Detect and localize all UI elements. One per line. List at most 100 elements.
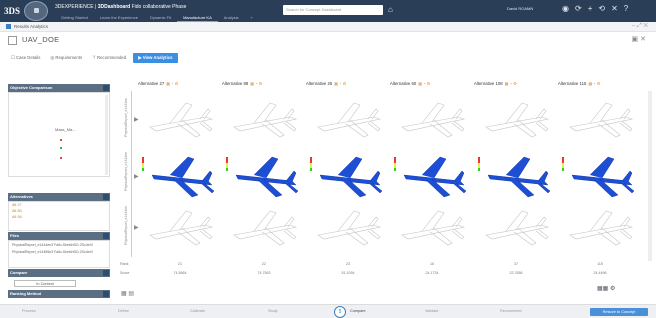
rank-value: 37 — [514, 262, 518, 266]
step-recommend[interactable]: Recommend — [500, 309, 522, 313]
wireframe-model[interactable] — [562, 205, 638, 255]
subtab-view-analytics[interactable]: ▶ View Analytics — [133, 53, 178, 63]
file-item[interactable]: PhysicalReport_e1444ee3 Fallo-SketchBO-2… — [12, 243, 106, 247]
tab-getting-started[interactable]: Getting Started — [55, 13, 94, 22]
study-name: UAV_DOE — [22, 35, 60, 44]
scrollbar[interactable] — [105, 95, 108, 175]
tab-manufacture[interactable]: Manufacture KA — [177, 13, 218, 22]
column-tools-icon[interactable]: ▦ ◔ ⚙ — [250, 81, 262, 86]
ranking-header[interactable]: Ranking Method — [8, 290, 110, 298]
title-actions: ▣ ✕ — [632, 35, 646, 43]
grid-scrollbar[interactable] — [648, 91, 652, 261]
mesh-result-model[interactable] — [394, 151, 470, 201]
user-name[interactable]: David ROAMN — [507, 6, 533, 11]
settings-icon[interactable]: ⚙ — [610, 286, 615, 292]
wireframe-model[interactable] — [562, 97, 638, 147]
report-icon[interactable]: ▤ — [128, 291, 134, 297]
step-define[interactable]: Define — [118, 309, 129, 313]
compare-header[interactable]: Compare — [8, 269, 110, 277]
mesh-result-model[interactable] — [478, 151, 554, 201]
tag-icon[interactable]: ⌂ — [388, 5, 398, 15]
compare-select[interactable]: In Context — [14, 280, 76, 287]
column-header[interactable]: Alternative 108 ▦ ◔ ⚙ — [474, 81, 532, 91]
column-header[interactable]: Alternative 115 ▦ ◔ ⚙ — [558, 81, 616, 91]
objective-label: Mass_Ma... — [55, 127, 76, 132]
step-study[interactable]: Study — [268, 309, 278, 313]
restore-button[interactable]: Restore to Concept — [590, 308, 648, 316]
wireframe-model[interactable] — [394, 205, 470, 255]
objective-point[interactable] — [60, 147, 62, 149]
collapse-icon[interactable] — [103, 270, 109, 276]
subtab-requirements[interactable]: ◎ Requirements — [47, 53, 85, 63]
column-tools-icon[interactable]: ▦ ◔ ⚙ — [418, 81, 430, 86]
app-title: 3DEXPERIENCE | 3DDashboard Fido collabor… — [55, 4, 186, 10]
objective-point[interactable] — [60, 139, 62, 141]
add-icon[interactable]: + — [588, 4, 593, 13]
compass-icon[interactable] — [24, 1, 48, 21]
collapse-icon[interactable] — [103, 291, 109, 297]
wireframe-model[interactable] — [226, 97, 302, 147]
close-icon[interactable]: ✕ — [640, 36, 646, 43]
save-icon[interactable]: ▣ — [632, 36, 639, 43]
search-input[interactable]: Search for Concept Dashboard — [283, 5, 383, 15]
objective-header[interactable]: Objective Comparison — [8, 84, 110, 92]
wireframe-model[interactable] — [142, 205, 218, 255]
wireframe-model[interactable] — [478, 97, 554, 147]
step-validate[interactable]: Validate — [425, 309, 438, 313]
step-calibrate[interactable]: Calibrate — [190, 309, 205, 313]
grid-view-icon[interactable]: ▦ — [121, 291, 127, 297]
active-step-number[interactable]: 5 — [334, 306, 346, 318]
collapse-icon[interactable] — [103, 194, 109, 200]
tab-analysis[interactable]: Analysis — [218, 13, 245, 22]
column-header[interactable]: Alternative 60 ▦ ◔ ⚙ — [390, 81, 448, 91]
play-icon[interactable]: ▶ — [134, 116, 139, 123]
column-header[interactable]: Alternative 25 ▦ ◔ ⚙ — [306, 81, 364, 91]
mesh-result-model[interactable] — [310, 151, 386, 201]
wireframe-model[interactable] — [394, 97, 470, 147]
wireframe-model[interactable] — [310, 205, 386, 255]
heatmap-icon[interactable]: ▦▦ — [597, 286, 608, 292]
help-icon[interactable]: ? — [624, 4, 628, 13]
window-controls[interactable]: – ⤢ ✕ — [632, 23, 648, 30]
row-label: PhysicalReport_e1444ee — [124, 151, 128, 191]
tools-icon[interactable]: ✕ — [611, 4, 618, 13]
column-tools-icon[interactable]: ▦ ◔ ⚙ — [588, 81, 600, 86]
rank-value: 21 — [178, 262, 182, 266]
wireframe-model[interactable] — [478, 205, 554, 255]
column-header[interactable]: Alternative 88 ▦ ◔ ⚙ — [222, 81, 280, 91]
play-icon[interactable]: ▶ — [134, 224, 139, 231]
brand-logo[interactable]: 3DS — [4, 2, 20, 20]
wireframe-model[interactable] — [142, 97, 218, 147]
share-icon[interactable]: ⟳ — [575, 4, 582, 13]
step-process[interactable]: Process — [22, 309, 36, 313]
title-suffix[interactable]: Fido collaborative Phase — [132, 4, 187, 10]
alternatives-header[interactable]: Alternatives — [8, 193, 110, 201]
file-item[interactable]: PhysicalReport_e14456e3 Fallo-SketchBO-2… — [12, 250, 106, 254]
mesh-result-model[interactable] — [226, 151, 302, 201]
title-prefix: 3DEXPERIENCE | — [55, 4, 97, 10]
wireframe-model[interactable] — [226, 205, 302, 255]
collapse-icon[interactable] — [103, 233, 109, 239]
play-icon[interactable]: ▶ — [134, 173, 139, 180]
subtab-case-details[interactable]: ☐ Case Details — [8, 53, 43, 63]
subtab-recommended[interactable]: ⊤ Recommended — [89, 53, 129, 63]
files-header[interactable]: Files — [8, 232, 110, 240]
collapse-icon[interactable] — [103, 85, 109, 91]
column-tools-icon[interactable]: ▦ ◔ ⚙ — [334, 81, 346, 86]
objective-point[interactable] — [60, 157, 62, 159]
share-network-icon[interactable]: ⟲ — [598, 4, 605, 13]
column-tools-icon[interactable]: ▦ ◔ ⚙ — [166, 81, 178, 86]
list-item[interactable]: Alt 56 — [9, 214, 109, 220]
window-title: Results Analytics — [6, 24, 48, 29]
tab-dynamic-fit[interactable]: Dynamic Fit — [144, 13, 177, 22]
left-panel: Objective Comparison Mass_Ma... Alternat… — [8, 84, 110, 304]
wireframe-model[interactable] — [310, 97, 386, 147]
step-compare[interactable]: Compare — [350, 309, 366, 313]
mesh-result-model[interactable] — [142, 151, 218, 201]
column-tools-icon[interactable]: ▦ ◔ ⚙ — [505, 81, 517, 86]
mesh-result-model[interactable] — [562, 151, 638, 201]
compass-small-icon[interactable]: ◉ — [562, 4, 569, 13]
column-header[interactable]: Alternative 27 ▦ ◔ ⚙ — [138, 81, 196, 91]
add-tab-button[interactable]: + — [245, 13, 259, 22]
tab-learn[interactable]: Learn the Experience — [94, 13, 144, 22]
